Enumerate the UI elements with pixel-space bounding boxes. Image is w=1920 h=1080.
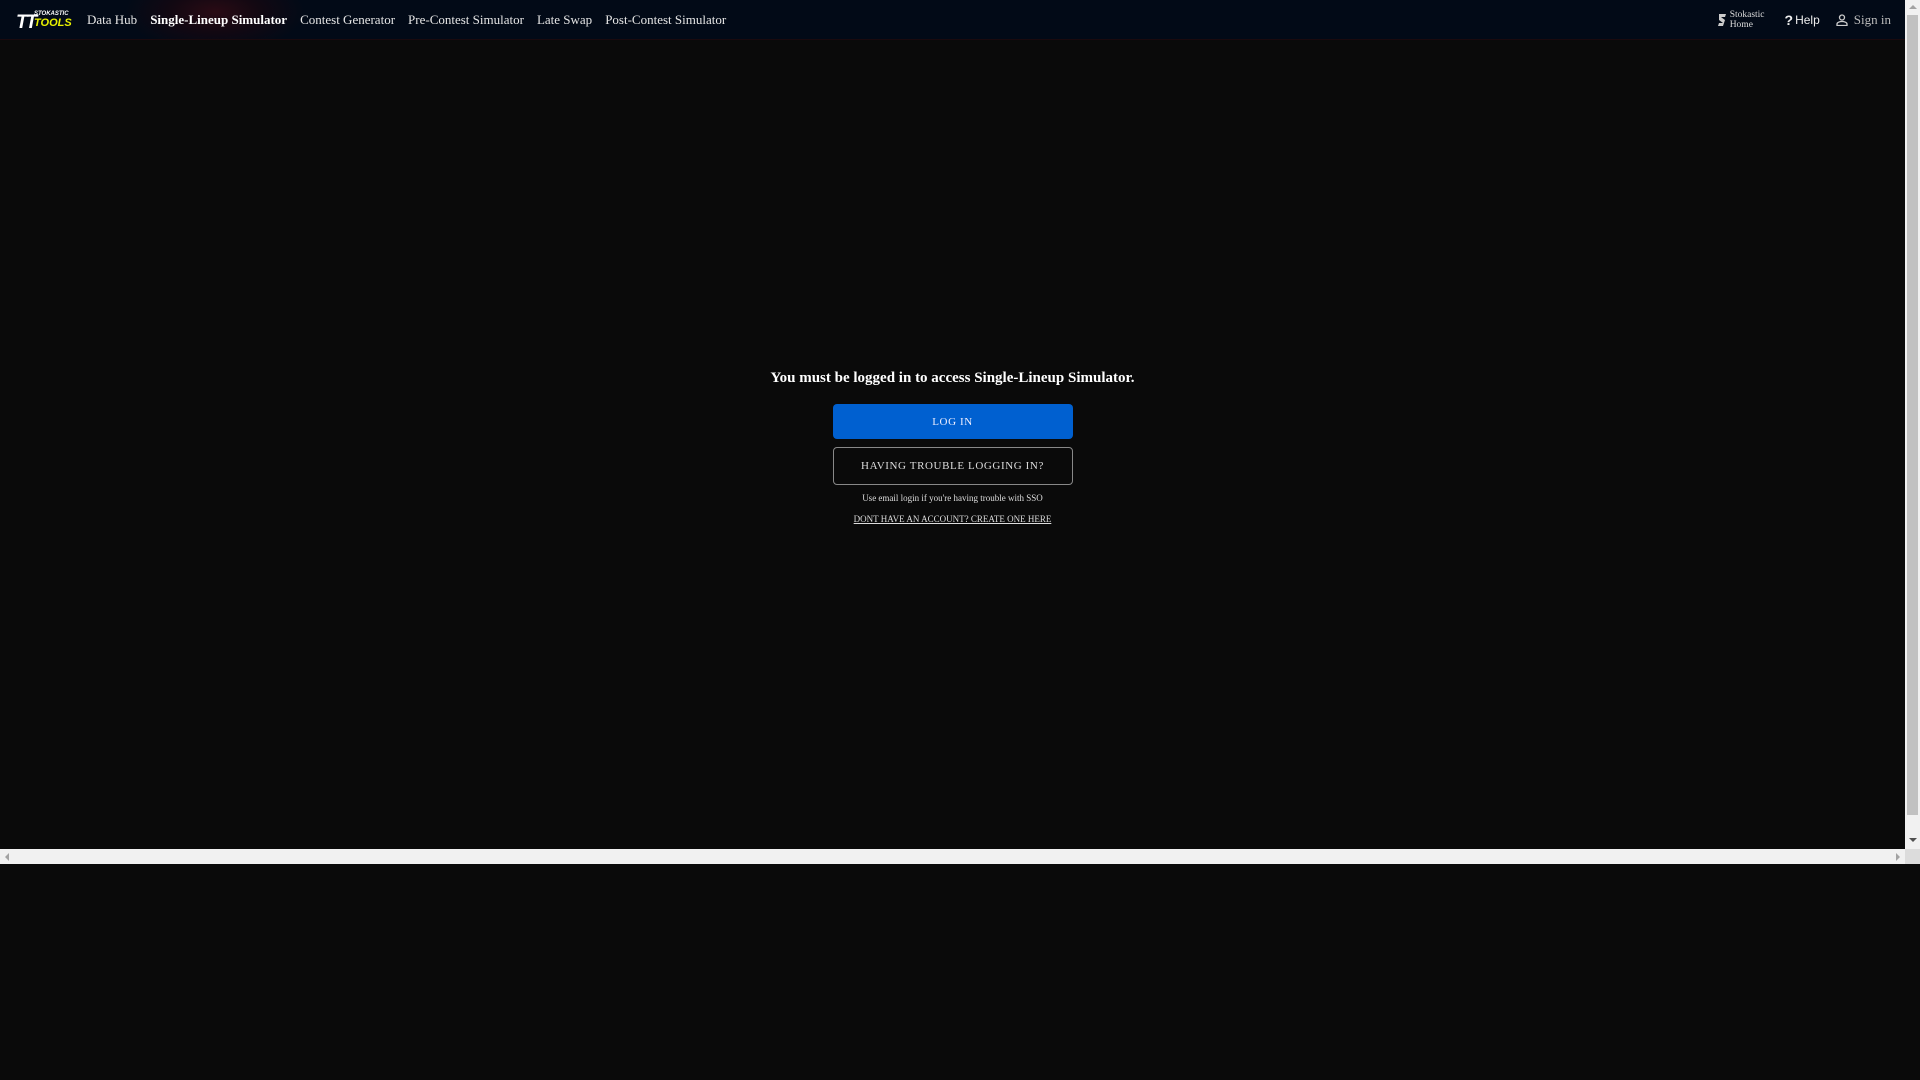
nav-single-lineup-simulator[interactable]: Single-Lineup Simulator [150,12,287,28]
nav-post-contest-simulator[interactable]: Post-Contest Simulator [605,12,726,28]
scrollbar-corner [1905,849,1920,864]
sso-hint: Use email login if you're having trouble… [862,493,1043,503]
page-viewport: TT STOKASTIC TOOLS Data Hub Single-Lineup … [0,0,1905,849]
scroll-right-arrow-icon[interactable] [1896,853,1900,861]
top-nav-bar: TT STOKASTIC TOOLS Data Hub Single-Lineup … [0,0,1905,40]
scroll-down-arrow-icon[interactable] [1909,838,1917,842]
vertical-scroll-thumb[interactable] [1907,15,1918,815]
header-right: Stokastic Home ? Help Sign in [1717,0,1891,39]
stokastic-tools-logo[interactable]: TT STOKASTIC TOOLS [16,10,72,33]
vertical-scrollbar[interactable] [1905,0,1920,849]
sign-in-link[interactable]: Sign in [1836,12,1891,28]
nav-contest-generator[interactable]: Contest Generator [300,12,395,28]
log-in-button[interactable]: LOG IN [832,404,1073,439]
trouble-logging-in-button[interactable]: HAVING TROUBLE LOGGING IN? [832,447,1073,485]
stokastic-s-icon [1717,13,1726,26]
help-link[interactable]: ? Help [1785,12,1820,28]
scroll-up-arrow-icon[interactable] [1909,5,1917,9]
home-line1: Stokastic [1729,9,1765,20]
horizontal-scrollbar[interactable] [0,849,1905,864]
nav-pre-contest-simulator[interactable]: Pre-Contest Simulator [408,12,524,28]
create-account-link[interactable]: DONT HAVE AN ACCOUNT? CREATE ONE HERE [854,514,1052,524]
login-required-panel: You must be logged in to access Single-L… [0,360,1905,527]
sign-in-label: Sign in [1853,11,1891,27]
main-nav: Data Hub Single-Lineup Simulator Contest… [87,12,739,28]
login-required-message: You must be logged in to access Single-L… [770,370,1135,386]
nav-data-hub[interactable]: Data Hub [87,12,137,28]
scroll-left-arrow-icon[interactable] [5,853,9,861]
question-icon: ? [1784,11,1794,28]
home-line2: Home [1729,19,1753,30]
help-label: Help [1795,12,1820,27]
stokastic-home-link[interactable]: Stokastic Home [1717,10,1765,30]
nav-late-swap[interactable]: Late Swap [537,12,592,28]
user-icon [1836,13,1848,26]
